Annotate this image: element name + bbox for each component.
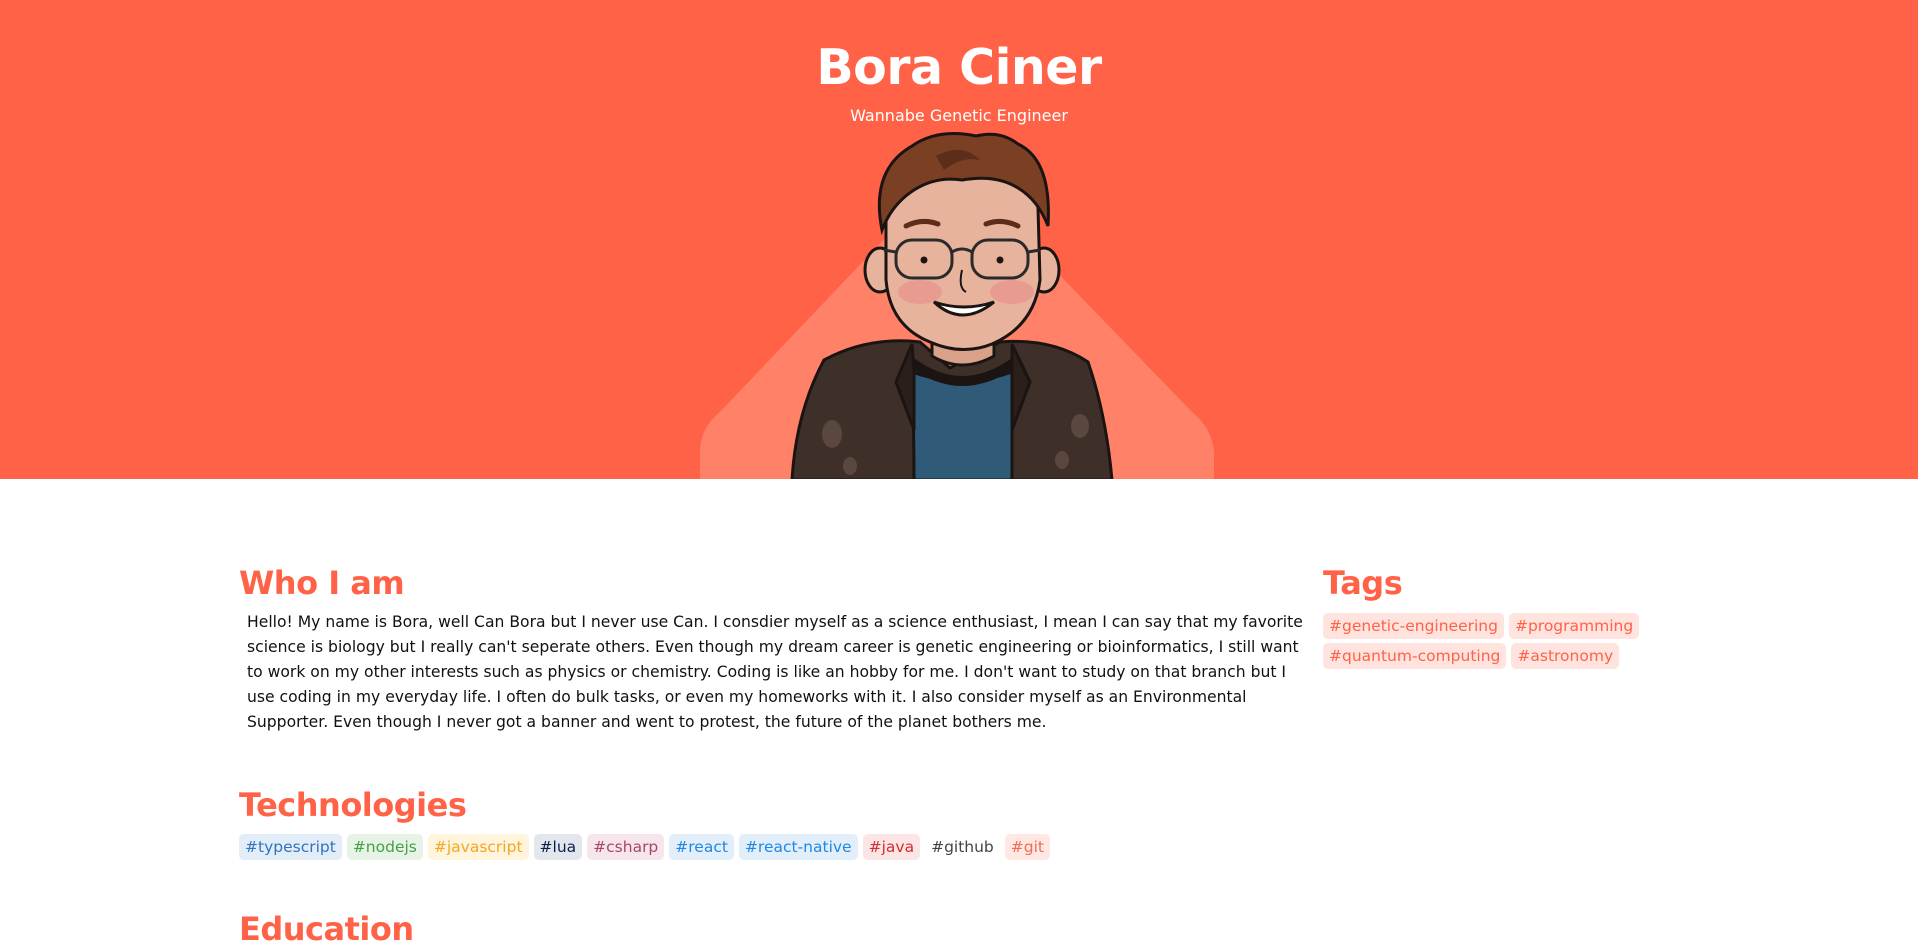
avatar (700, 130, 1220, 479)
technology-chip[interactable]: #lua (533, 834, 583, 860)
hero-header: Bora Ciner Wannabe Genetic Engineer (0, 0, 1918, 479)
technology-chip[interactable]: #github (925, 834, 1000, 860)
technology-chip[interactable]: #csharp (587, 834, 665, 860)
who-i-am-heading: Who I am (239, 564, 405, 602)
technology-chip[interactable]: #git (1004, 834, 1050, 860)
main-content: Who I am Hello! My name is Bora, well Ca… (0, 479, 1918, 948)
profile-name: Bora Ciner (816, 39, 1102, 96)
technologies-heading: Technologies (239, 786, 467, 824)
technology-chip[interactable]: #java (862, 834, 921, 860)
tag-chip[interactable]: #quantum-computing (1323, 643, 1507, 669)
tag-chip[interactable]: #programming (1508, 613, 1640, 639)
tags-heading: Tags (1323, 564, 1403, 602)
technology-chip[interactable]: #typescript (239, 834, 342, 860)
education-heading: Education (239, 910, 414, 948)
avatar-shirt (910, 369, 1014, 479)
technology-chip[interactable]: #react-native (738, 834, 858, 860)
tags-list: #genetic-engineering #programming #quantum… (1323, 613, 1663, 669)
tag-chip[interactable]: #genetic-engineering (1323, 613, 1504, 639)
about-paragraph: Hello! My name is Bora, well Can Bora bu… (247, 613, 1303, 731)
tag-chip[interactable]: #astronomy (1511, 643, 1620, 669)
technology-chip[interactable]: #react (669, 834, 734, 860)
technology-chip[interactable]: #nodejs (346, 834, 423, 860)
technology-chip[interactable]: #javascript (427, 834, 529, 860)
technologies-list: #typescript #nodejs #javascript #lua #csharp… (239, 834, 1139, 860)
profile-subtitle: Wannabe Genetic Engineer (850, 106, 1068, 125)
